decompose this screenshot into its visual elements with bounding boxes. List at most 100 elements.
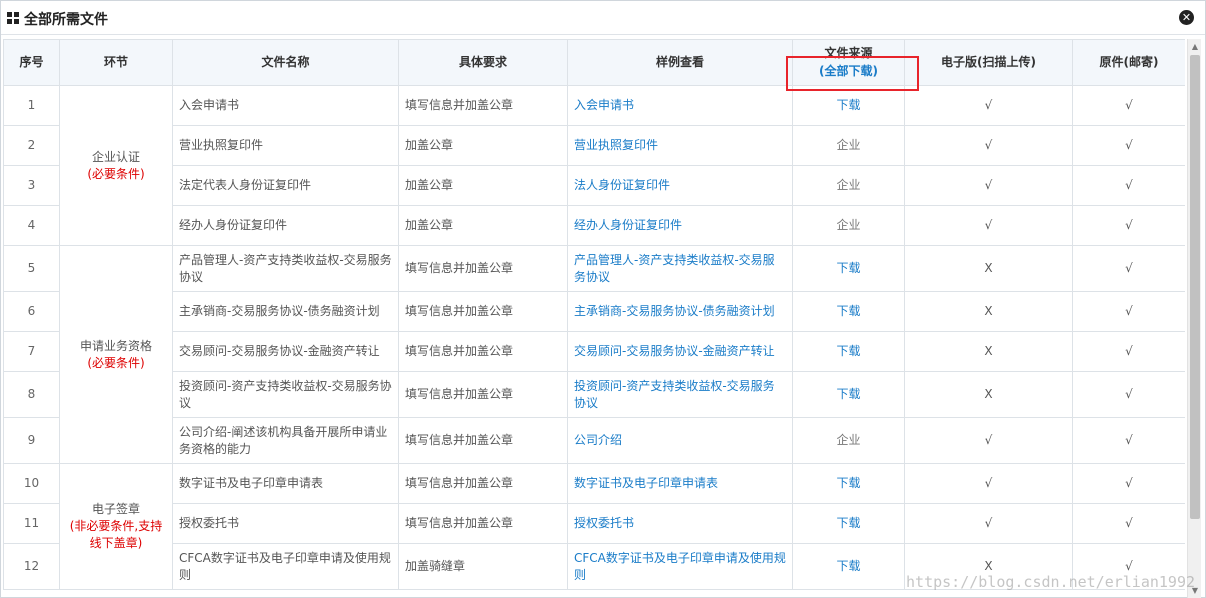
row-sample-cell: 数字证书及电子印章申请表 — [567, 463, 793, 504]
row-original: √ — [1072, 291, 1185, 332]
close-icon[interactable]: ✕ — [1179, 10, 1194, 25]
table-row: 5 申请业务资格 (必要条件) 产品管理人-资产支持类收益权-交易服务协议 填写信息并加… — [3, 245, 1185, 464]
row-electronic: √ — [904, 125, 1073, 166]
row-sample-cell: 产品管理人-资产支持类收益权-交易服务协议 — [567, 245, 793, 292]
header-file-name: 文件名称 — [172, 39, 399, 86]
group-requirement-note: (必要条件) — [87, 166, 145, 181]
row-source-cell: 下载 — [792, 291, 905, 332]
sample-link[interactable]: 产品管理人-资产支持类收益权-交易服务协议 — [574, 253, 775, 284]
row-file-name: 交易顾问-交易服务协议-金融资产转让 — [172, 331, 399, 372]
download-link[interactable]: 下载 — [836, 344, 860, 358]
table-row: 1 企业认证 (必要条件) 入会申请书 填写信息并加盖公章 入会申请书 下载 √ √ — [3, 85, 1185, 246]
row-seq: 10 — [3, 463, 60, 504]
row-seq: 6 — [3, 291, 60, 332]
row-sample-cell: 法人身份证复印件 — [567, 165, 793, 206]
download-link[interactable]: 下载 — [836, 387, 860, 401]
dialog-title: 全部所需文件 — [24, 12, 108, 28]
row-file-name: 授权委托书 — [172, 503, 399, 544]
group-requirement-note: (必要条件) — [87, 355, 145, 370]
row-sample-cell: 经办人身份证复印件 — [567, 205, 793, 246]
row-source-cell: 下载 — [792, 245, 905, 292]
row-electronic: √ — [904, 205, 1073, 246]
header-electronic: 电子版(扫描上传) — [904, 39, 1073, 86]
download-link[interactable]: 下载 — [836, 516, 860, 530]
sample-link[interactable]: 主承销商-交易服务协议-债务融资计划 — [574, 304, 775, 318]
scroll-up-arrow-icon[interactable]: ▲ — [1188, 41, 1202, 53]
row-original: √ — [1072, 125, 1185, 166]
row-source-cell: 企业 — [792, 165, 905, 206]
scroll-thumb[interactable] — [1190, 55, 1200, 519]
sample-link[interactable]: 营业执照复印件 — [574, 138, 658, 152]
row-requirement: 加盖骑缝章 — [398, 543, 568, 590]
sample-link[interactable]: 授权委托书 — [574, 516, 634, 530]
row-sample-cell: 主承销商-交易服务协议-债务融资计划 — [567, 291, 793, 332]
table-row: 4 经办人身份证复印件 加盖公章 经办人身份证复印件 企业 √ √ — [3, 205, 1185, 246]
row-sample-cell: 营业执照复印件 — [567, 125, 793, 166]
sample-link[interactable]: 数字证书及电子印章申请表 — [574, 476, 718, 490]
download-link[interactable]: 下载 — [836, 304, 860, 318]
table-row: 7 交易顾问-交易服务协议-金融资产转让 填写信息并加盖公章 交易顾问-交易服务协议-… — [3, 331, 1185, 372]
row-seq: 1 — [3, 85, 60, 126]
row-requirement: 加盖公章 — [398, 205, 568, 246]
row-seq: 11 — [3, 503, 60, 544]
row-electronic: X — [904, 371, 1073, 418]
row-source-cell: 企业 — [792, 125, 905, 166]
sample-link[interactable]: 入会申请书 — [574, 98, 634, 112]
row-file-name: CFCA数字证书及电子印章申请及使用规则 — [172, 543, 399, 590]
row-sample-cell: 入会申请书 — [567, 85, 793, 126]
header-source: 文件来源 (全部下载) — [792, 39, 905, 86]
row-electronic: √ — [904, 417, 1073, 464]
row-original: √ — [1072, 331, 1185, 372]
row-original: √ — [1072, 245, 1185, 292]
group-cell: 申请业务资格 (必要条件) — [59, 245, 173, 464]
source-enterprise: 企业 — [836, 178, 861, 192]
row-requirement: 填写信息并加盖公章 — [398, 331, 568, 372]
table-row: 9 公司介绍-阐述该机构具备开展所申请业务资格的能力 填写信息并加盖公章 公司介绍 企业… — [3, 417, 1185, 464]
row-seq: 7 — [3, 331, 60, 372]
row-file-name: 入会申请书 — [172, 85, 399, 126]
row-original: √ — [1072, 503, 1185, 544]
row-requirement: 填写信息并加盖公章 — [398, 291, 568, 332]
header-stage: 环节 — [59, 39, 173, 86]
row-electronic: X — [904, 543, 1073, 590]
source-enterprise: 企业 — [836, 433, 861, 447]
row-original: √ — [1072, 371, 1185, 418]
row-seq: 2 — [3, 125, 60, 166]
dialog-titlebar: 全部所需文件 ✕ — [1, 1, 1205, 35]
scroll-down-arrow-icon[interactable]: ▼ — [1188, 585, 1202, 597]
sample-link[interactable]: 投资顾问-资产支持类收益权-交易服务协议 — [574, 379, 775, 410]
row-electronic: X — [904, 245, 1073, 292]
row-original: √ — [1072, 165, 1185, 206]
download-link[interactable]: 下载 — [836, 476, 860, 490]
row-file-name: 产品管理人-资产支持类收益权-交易服务协议 — [172, 245, 399, 292]
sample-link[interactable]: CFCA数字证书及电子印章申请及使用规则 — [574, 551, 786, 582]
sample-link[interactable]: 交易顾问-交易服务协议-金融资产转让 — [574, 344, 775, 358]
row-electronic: X — [904, 331, 1073, 372]
row-requirement: 加盖公章 — [398, 165, 568, 206]
row-file-name: 公司介绍-阐述该机构具备开展所申请业务资格的能力 — [172, 417, 399, 464]
source-enterprise: 企业 — [836, 218, 861, 232]
download-all-link[interactable]: (全部下载) — [797, 63, 900, 80]
file-table-container: 序号 环节 文件名称 具体要求 样例查看 文件来源 (全部下载) 电子版(扫描上… — [3, 39, 1185, 598]
download-link[interactable]: 下载 — [836, 559, 860, 573]
sample-link[interactable]: 经办人身份证复印件 — [574, 218, 682, 232]
row-original: √ — [1072, 463, 1185, 504]
vertical-scrollbar[interactable]: ▲ ▼ — [1187, 39, 1201, 598]
row-seq: 8 — [3, 371, 60, 418]
group-label: 企业认证 — [91, 149, 140, 164]
group-label: 申请业务资格 — [79, 338, 152, 353]
header-sample: 样例查看 — [567, 39, 793, 86]
grid-icon — [7, 12, 19, 24]
row-seq: 12 — [3, 543, 60, 590]
row-seq: 4 — [3, 205, 60, 246]
download-link[interactable]: 下载 — [836, 261, 860, 275]
header-requirement: 具体要求 — [398, 39, 568, 86]
row-file-name: 营业执照复印件 — [172, 125, 399, 166]
row-electronic: √ — [904, 85, 1073, 126]
sample-link[interactable]: 法人身份证复印件 — [574, 178, 670, 192]
group-cell: 企业认证 (必要条件) — [59, 85, 173, 246]
table-row: 2 营业执照复印件 加盖公章 营业执照复印件 企业 √ √ — [3, 125, 1185, 166]
download-link[interactable]: 下载 — [836, 98, 860, 112]
sample-link[interactable]: 公司介绍 — [574, 433, 622, 447]
file-table: 序号 环节 文件名称 具体要求 样例查看 文件来源 (全部下载) 电子版(扫描上… — [3, 39, 1185, 590]
